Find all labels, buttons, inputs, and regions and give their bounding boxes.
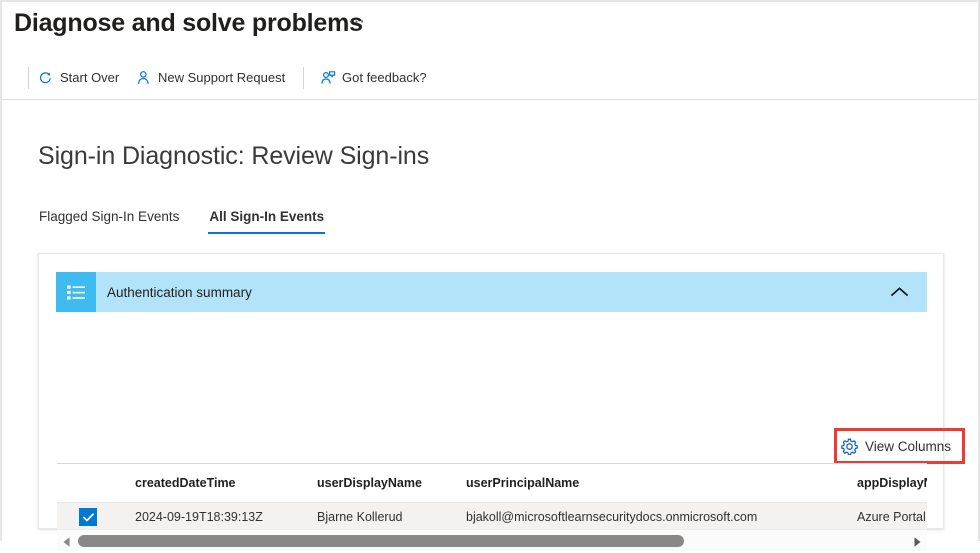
table-header-row: createdDateTime userDisplayName userPrin… (57, 464, 927, 503)
feedback-person-icon (319, 70, 336, 87)
tab-all-sign-in-events[interactable]: All Sign-In Events (208, 204, 325, 234)
column-header-createdDateTime[interactable]: createdDateTime (135, 464, 236, 502)
gear-icon (841, 438, 858, 455)
command-bar-divider (28, 67, 29, 89)
got-feedback-button[interactable]: Got feedback? (319, 64, 427, 92)
column-header-userPrincipalName[interactable]: userPrincipalName (466, 464, 579, 502)
cell-userPrincipalName: bjakoll@microsoftlearnsecuritydocs.onmic… (466, 510, 758, 524)
cell-createdDateTime: 2024-09-19T18:39:13Z (135, 510, 263, 524)
triangle-left-icon[interactable] (62, 535, 72, 547)
blade-title: Diagnose and solve problems (14, 9, 363, 37)
sign-ins-table: createdDateTime userDisplayName userPrin… (57, 464, 927, 529)
pivot-tabs: Flagged Sign-In Events All Sign-In Event… (38, 204, 353, 236)
cell-userDisplayName: Bjarne Kollerud (317, 510, 403, 524)
command-bar: Start Over New Support Request Got feedb… (2, 58, 978, 100)
start-over-button[interactable]: Start Over (37, 64, 119, 92)
authentication-summary-banner[interactable]: Authentication summary (56, 272, 927, 312)
results-card: Authentication summary View Columns crea… (38, 253, 965, 551)
column-header-appDisplayName[interactable]: appDisplayName (857, 464, 927, 502)
command-bar-divider-2 (303, 67, 304, 89)
page-title: Sign-in Diagnostic: Review Sign-ins (38, 142, 430, 170)
got-feedback-label: Got feedback? (342, 70, 427, 85)
authentication-summary-label: Authentication summary (107, 284, 252, 300)
start-over-label: Start Over (60, 70, 120, 85)
table-row[interactable]: 2024-09-19T18:39:13Z Bjarne Kollerud bja… (57, 503, 927, 529)
refresh-icon (37, 70, 54, 87)
column-header-userDisplayName[interactable]: userDisplayName (317, 464, 422, 502)
content-area: Sign-in Diagnostic: Review Sign-ins Flag… (2, 101, 978, 551)
view-columns-label: View Columns (865, 438, 952, 454)
chevron-up-icon[interactable] (889, 282, 909, 302)
tab-flagged-sign-in-events[interactable]: Flagged Sign-In Events (38, 204, 180, 234)
view-columns-button[interactable]: View Columns (841, 435, 951, 457)
person-add-icon (135, 70, 152, 87)
list-icon (56, 272, 96, 312)
blade-more-menu-button[interactable]: ⋯ (348, 12, 366, 32)
cell-appDisplayName: Azure Portal (857, 510, 926, 524)
new-support-request-button[interactable]: New Support Request (135, 64, 285, 92)
portal-page: Diagnose and solve problems ⋯ Start Over… (0, 0, 980, 551)
new-support-request-label: New Support Request (158, 70, 286, 85)
scrollbar-thumb[interactable] (78, 535, 684, 547)
blade-header: Diagnose and solve problems ⋯ (2, 2, 978, 56)
triangle-right-icon[interactable] (912, 535, 922, 547)
row-select-checkbox[interactable] (79, 508, 97, 526)
horizontal-scrollbar[interactable] (57, 529, 927, 551)
